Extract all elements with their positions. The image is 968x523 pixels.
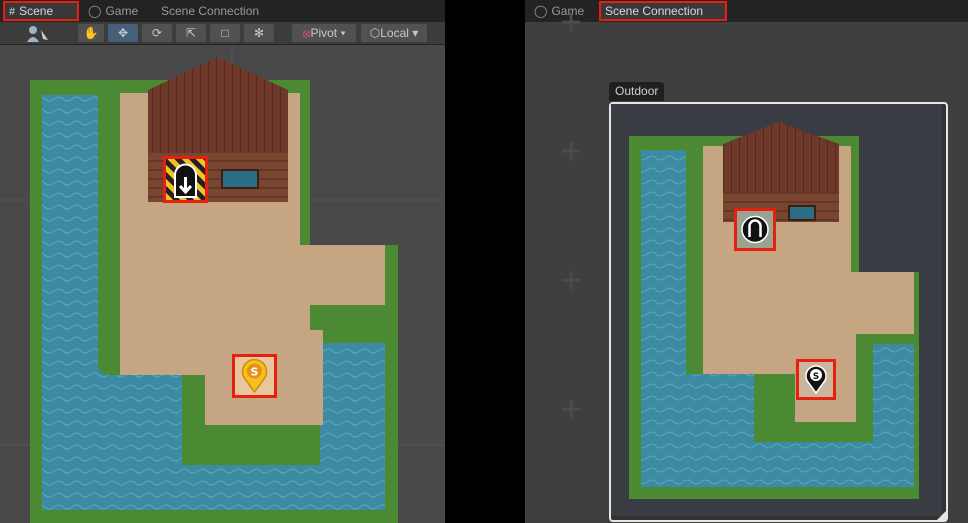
scene-tilemap — [0, 45, 445, 523]
transform-tool-icon[interactable]: ✻ — [244, 24, 274, 42]
tab-scene-connection[interactable]: Scene Connection — [599, 1, 727, 21]
svg-text:S: S — [813, 372, 819, 382]
grid-plus-icon: + — [560, 2, 583, 44]
move-tool-icon[interactable]: ✥ — [108, 24, 138, 42]
scene-toolbar: ✋ ✥ ⟳ ⇱ □ ✻ ⦻Pivot ▾ ⬡Local ▾ — [0, 22, 445, 45]
scene-thumbnail — [611, 104, 942, 516]
door-marker[interactable] — [734, 208, 776, 251]
local-dropdown[interactable]: ⬡Local ▾ — [361, 24, 427, 42]
door-icon — [741, 215, 769, 244]
tab-game-label: Game — [105, 4, 139, 18]
grid-plus-icon: + — [560, 389, 583, 431]
gamepad-icon: ◯ — [534, 4, 548, 18]
spawn-marker[interactable]: S — [232, 354, 277, 398]
grid-plus-icon: + — [560, 131, 583, 173]
hand-tool-icon[interactable]: ✋ — [78, 24, 104, 42]
scene-panel: # Scene ◯ Game Scene Connection ✋ ✥ ⟳ ⇱ □ … — [0, 0, 445, 523]
pivot-label: Pivot — [310, 26, 338, 40]
cube-icon: ⬡ — [369, 26, 381, 40]
tab-scene-connection[interactable]: Scene Connection — [155, 1, 265, 21]
connection-graph-canvas[interactable]: + + + + Outdoor S — [525, 4, 968, 523]
grid-icon: # — [9, 6, 16, 18]
gamepad-icon: ◯ — [88, 4, 102, 18]
scene-tab-bar: # Scene ◯ Game Scene Connection — [0, 0, 445, 22]
scene-connection-panel: ◯Game Scene Connection + + + + Outdoor — [525, 0, 968, 523]
rotate-tool-icon[interactable]: ⟳ — [142, 24, 172, 42]
spawn-marker[interactable]: S — [796, 359, 836, 400]
door-marker[interactable] — [163, 156, 208, 203]
tab-game[interactable]: ◯ Game — [82, 1, 144, 21]
svg-text:S: S — [251, 366, 259, 379]
tab-scene-label: Scene — [19, 4, 54, 18]
scene-viewport[interactable]: S — [0, 45, 445, 523]
chevron-down-icon: ▾ — [408, 26, 419, 40]
rect-tool-icon[interactable]: □ — [210, 24, 240, 42]
tab-scene[interactable]: # Scene — [3, 1, 79, 21]
tab-scene-connection-label: Scene Connection — [605, 4, 704, 18]
scene-camera-icon[interactable] — [18, 24, 54, 42]
scene-node-outdoor[interactable]: S — [609, 102, 948, 522]
connection-tab-bar: ◯ Game Scene Connection — [525, 0, 968, 22]
door-arrow-icon — [174, 163, 197, 198]
scale-tool-icon[interactable]: ⇱ — [176, 24, 206, 42]
local-label: Local — [380, 26, 409, 40]
spawn-pin-icon: S — [805, 365, 827, 395]
chevron-down-icon: ▾ — [337, 26, 346, 40]
pivot-dropdown[interactable]: ⦻Pivot ▾ — [292, 24, 356, 42]
resize-handle[interactable] — [937, 511, 946, 520]
node-title: Outdoor — [609, 82, 665, 101]
spawn-pin-icon: S — [241, 359, 268, 394]
tab-scene-connection-label: Scene Connection — [161, 4, 260, 18]
grid-plus-icon: + — [560, 260, 583, 302]
